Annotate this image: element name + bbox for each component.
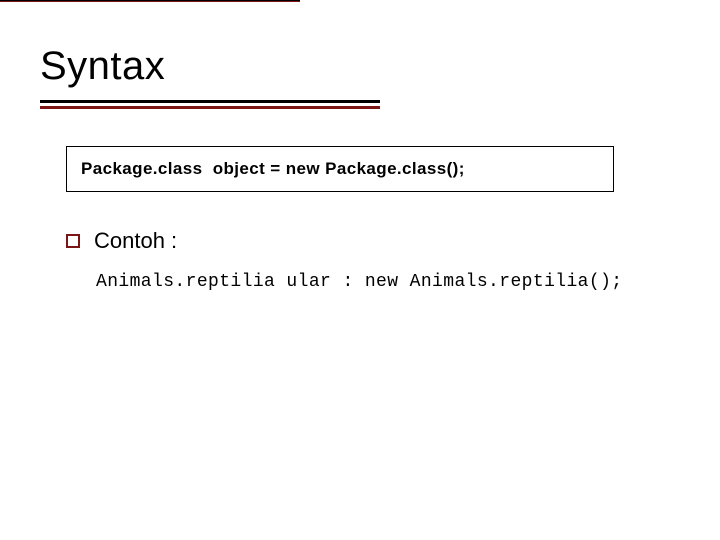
syntax-box: Package.class object = new Package.class… (66, 146, 614, 192)
bullet-label: Contoh : (94, 228, 177, 254)
slide: Syntax Package.class object = new Packag… (0, 0, 720, 540)
underline-dark-left (40, 100, 380, 103)
page-title: Syntax (40, 44, 165, 89)
example-code: Animals.reptilia ular : new Animals.rept… (96, 272, 622, 292)
underline-accent-right (0, 1, 300, 2)
underline-accent-left (40, 106, 380, 109)
square-bullet-icon (66, 234, 80, 248)
syntax-box-text: Package.class object = new Package.class… (81, 159, 465, 179)
bullet-row: Contoh : (66, 228, 177, 254)
